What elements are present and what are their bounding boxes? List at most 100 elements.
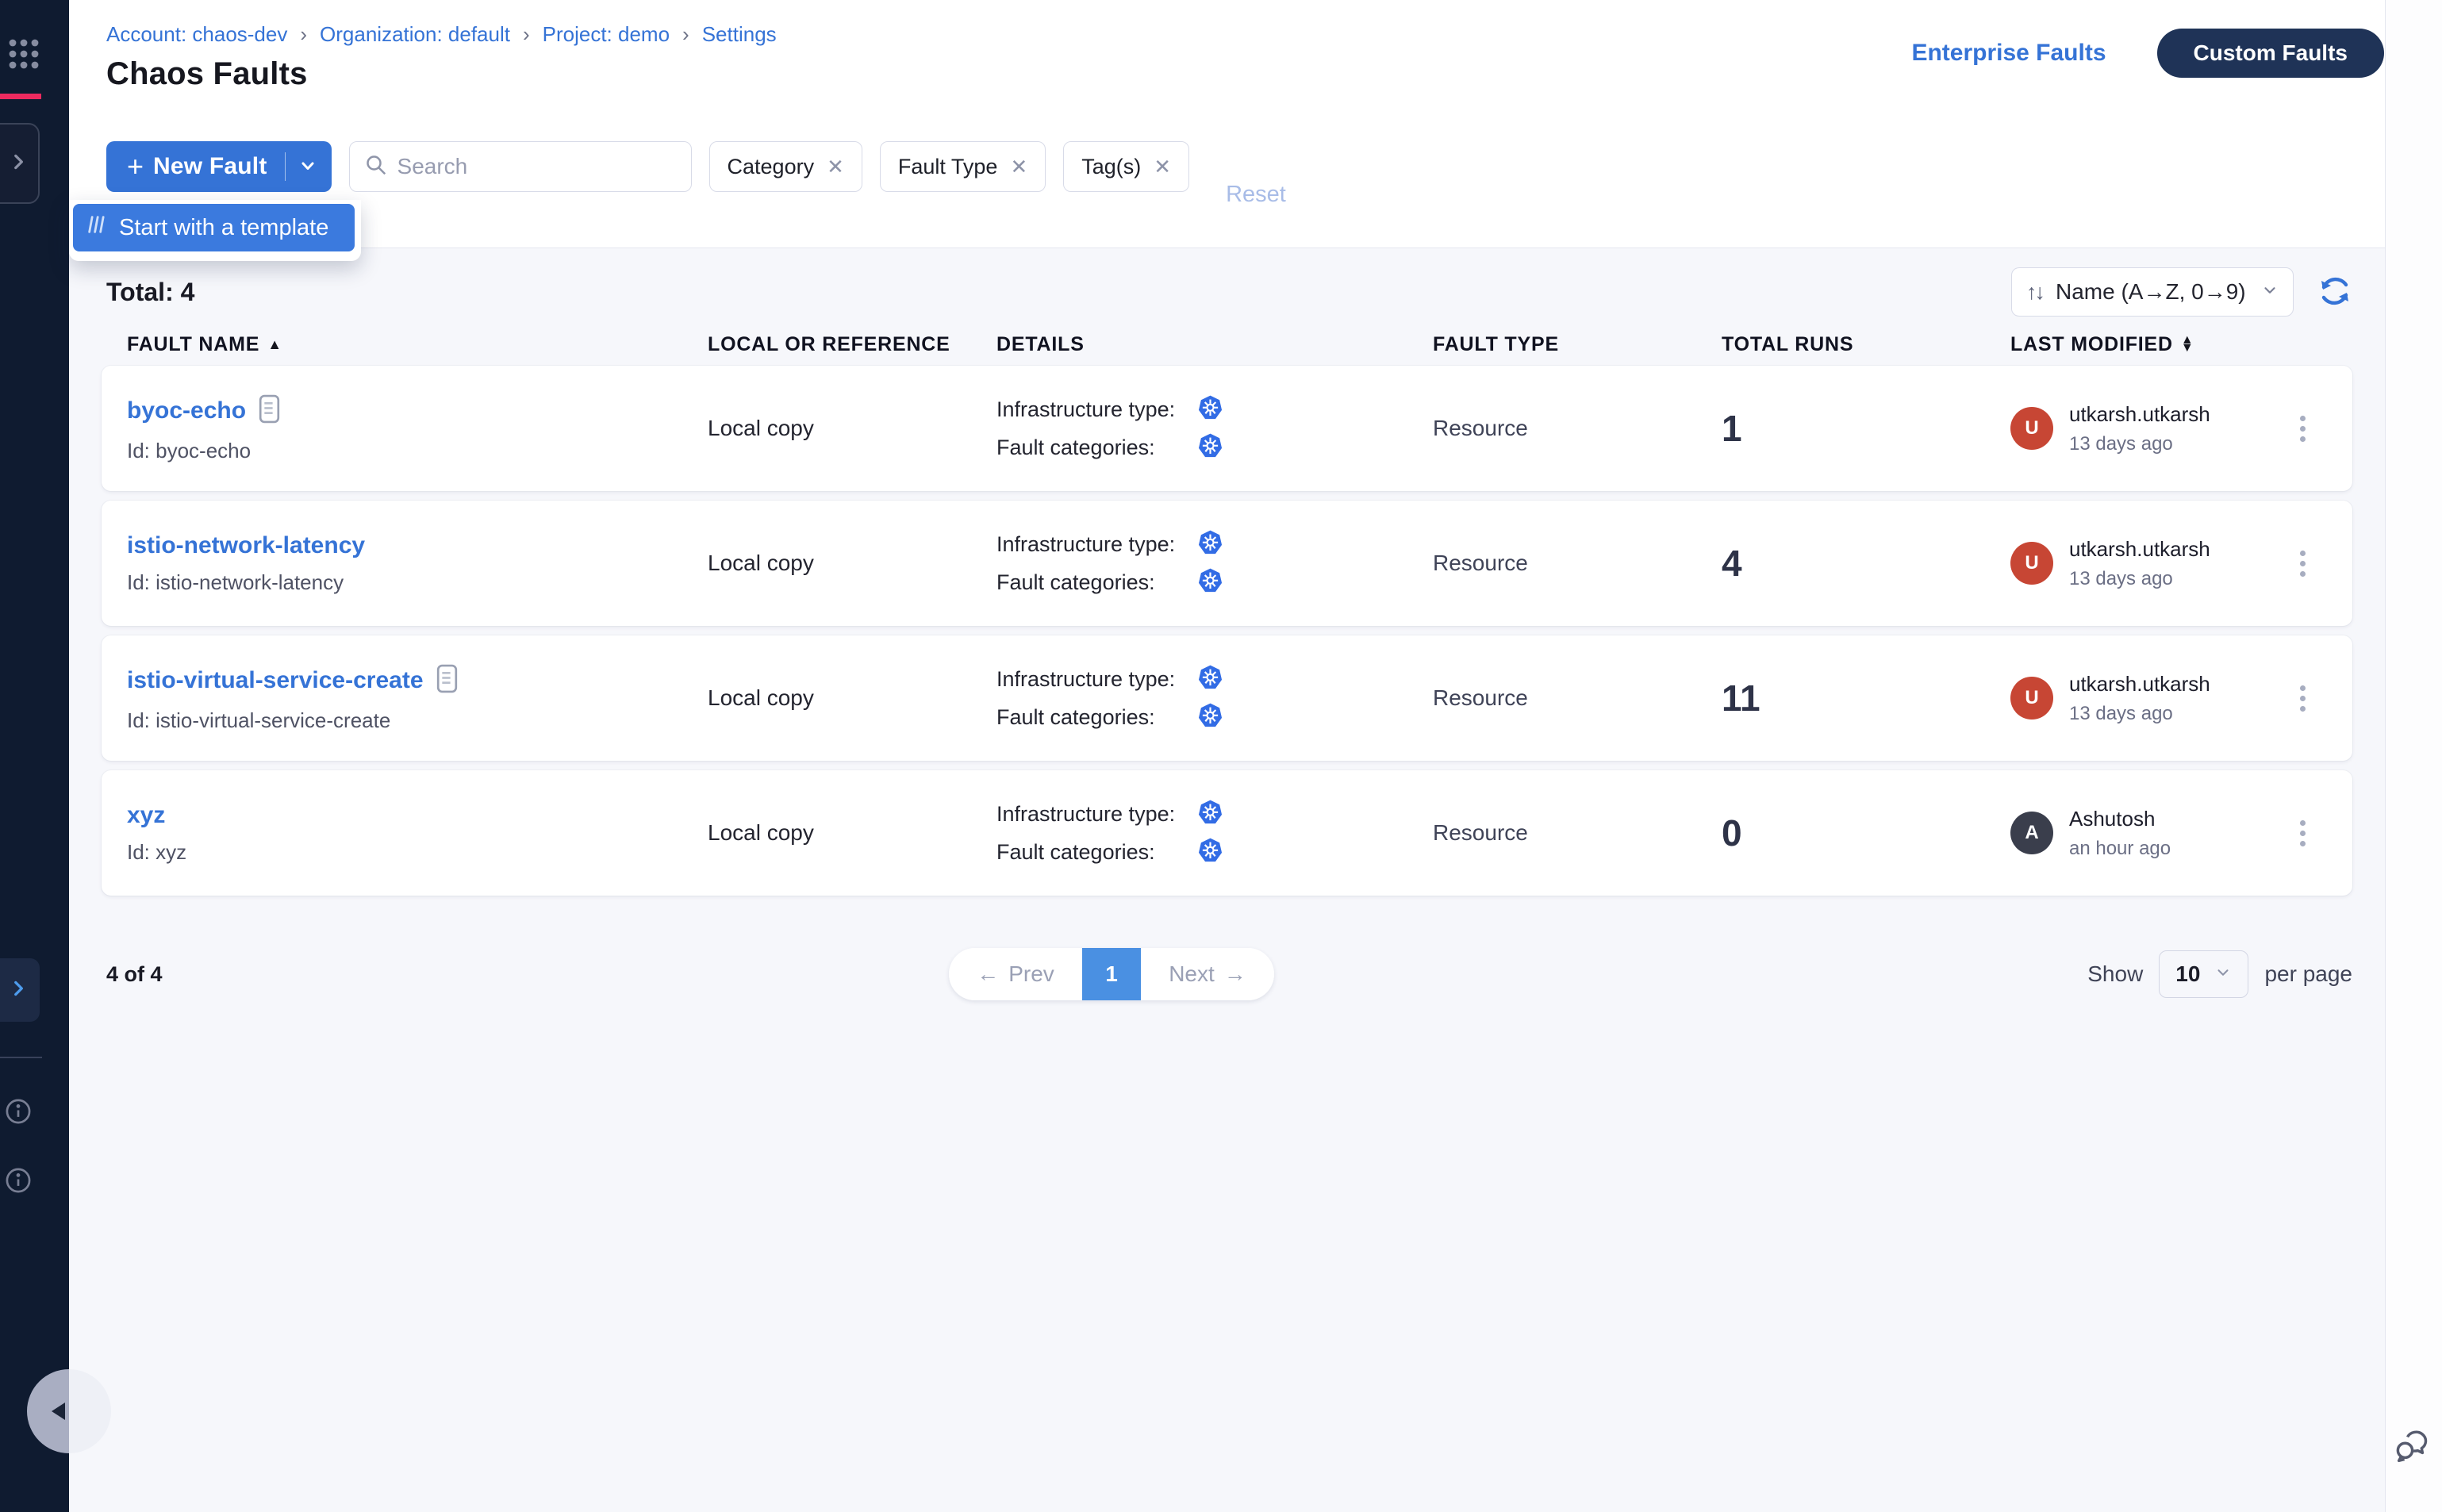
- fault-id: Id: istio-virtual-service-create: [127, 708, 708, 733]
- per-page-label: per page: [2264, 961, 2352, 987]
- button-divider: [285, 152, 286, 181]
- avatar: U: [2010, 542, 2053, 585]
- fault-name-link[interactable]: istio-network-latency: [127, 532, 365, 559]
- triangle-left-icon: [52, 1403, 65, 1420]
- show-label: Show: [2087, 961, 2143, 987]
- right-edge-strip: [2385, 0, 2442, 1512]
- copy-id-icon[interactable]: [436, 664, 458, 697]
- local-or-reference-value: Local copy: [708, 551, 996, 576]
- filter-chip-category[interactable]: Category ✕: [709, 141, 862, 192]
- row-menu-button[interactable]: [2275, 677, 2330, 720]
- fault-categories-label: Fault categories:: [996, 840, 1198, 865]
- chevron-right-icon: [8, 978, 29, 1003]
- rail-divider: [0, 1057, 42, 1058]
- page-size-select[interactable]: 10: [2159, 950, 2248, 998]
- table-row: byoc-echo Id: byoc-echo Local copy Infra…: [102, 366, 2352, 491]
- start-with-template-menu-item[interactable]: Start with a template: [73, 204, 355, 251]
- search-input[interactable]: [397, 154, 677, 179]
- kubernetes-icon: [1198, 665, 1230, 693]
- details-cell: Infrastructure type: Fault categories:: [996, 800, 1433, 866]
- kubernetes-icon: [1198, 838, 1230, 866]
- sort-arrows-icon: ↑↓: [2026, 280, 2043, 305]
- modified-by-user: utkarsh.utkarsh: [2069, 402, 2210, 427]
- fault-name-link[interactable]: istio-virtual-service-create: [127, 667, 424, 694]
- last-modified-cell: U utkarsh.utkarsh 13 days ago: [2010, 402, 2275, 455]
- chat-support-icon[interactable]: [2392, 1426, 2433, 1472]
- table-header-row: FAULT NAME▲ LOCAL OR REFERENCE DETAILS F…: [102, 332, 2352, 356]
- last-modified-cell: U utkarsh.utkarsh 13 days ago: [2010, 672, 2275, 725]
- breadcrumb-account[interactable]: Account: chaos-dev: [106, 22, 287, 47]
- enterprise-faults-link[interactable]: Enterprise Faults: [1911, 40, 2106, 67]
- kubernetes-icon: [1198, 703, 1230, 731]
- fault-type-value: Resource: [1433, 551, 1722, 576]
- local-or-reference-value: Local copy: [708, 416, 996, 441]
- kubernetes-icon: [1198, 433, 1230, 462]
- column-fault-type: FAULT TYPE: [1433, 333, 1722, 356]
- row-menu-button[interactable]: [2275, 543, 2330, 585]
- chevron-right-icon: [8, 152, 29, 176]
- page-number-button[interactable]: 1: [1082, 948, 1141, 1000]
- close-icon[interactable]: ✕: [827, 155, 844, 179]
- fault-categories-label: Fault categories:: [996, 436, 1198, 460]
- last-modified-cell: A Ashutosh an hour ago: [2010, 807, 2275, 860]
- column-fault-name[interactable]: FAULT NAME▲: [127, 333, 708, 356]
- fault-name-link[interactable]: byoc-echo: [127, 397, 246, 424]
- fault-id: Id: xyz: [127, 840, 708, 865]
- breadcrumb-project[interactable]: Project: demo: [543, 22, 670, 47]
- expand-sidenav-button[interactable]: [0, 958, 40, 1022]
- arrow-right-icon: →: [1224, 961, 1246, 987]
- breadcrumb-settings[interactable]: Settings: [702, 22, 777, 47]
- infrastructure-type-label: Infrastructure type:: [996, 397, 1198, 422]
- copy-id-icon[interactable]: [259, 394, 280, 428]
- filter-chip-tags[interactable]: Tag(s) ✕: [1063, 141, 1189, 192]
- breadcrumb-separator: ›: [300, 22, 307, 47]
- search-box: [349, 141, 692, 192]
- column-last-modified[interactable]: LAST MODIFIED ▲▼: [2010, 333, 2275, 356]
- toolbar: + New Fault Category ✕ Fault Type ✕ Tag(…: [69, 105, 2442, 248]
- details-cell: Infrastructure type: Fault categories:: [996, 665, 1433, 731]
- chevron-down-icon[interactable]: [298, 156, 317, 178]
- column-total-runs: TOTAL RUNS: [1722, 333, 2010, 356]
- prev-page-button[interactable]: ← Prev: [949, 948, 1082, 1000]
- fault-name-link[interactable]: xyz: [127, 802, 165, 829]
- info-icon[interactable]: [4, 1166, 33, 1199]
- arrow-left-icon: ←: [977, 961, 999, 987]
- app-grid-icon[interactable]: [6, 36, 52, 86]
- local-or-reference-value: Local copy: [708, 685, 996, 711]
- kubernetes-icon: [1198, 530, 1230, 558]
- plus-icon: +: [127, 152, 144, 181]
- fault-type-value: Resource: [1433, 416, 1722, 441]
- close-icon[interactable]: ✕: [1010, 155, 1027, 179]
- fault-type-value: Resource: [1433, 820, 1722, 846]
- breadcrumb-separator: ›: [523, 22, 530, 47]
- refresh-button[interactable]: [2317, 274, 2352, 311]
- breadcrumb-organization[interactable]: Organization: default: [320, 22, 510, 47]
- fault-type-value: Resource: [1433, 685, 1722, 711]
- main-content: Account: chaos-dev › Organization: defau…: [69, 0, 2442, 1512]
- modified-time: 13 days ago: [2069, 568, 2210, 590]
- filter-chip-fault-type[interactable]: Fault Type ✕: [880, 141, 1046, 192]
- sidebar-collapse-handle[interactable]: [27, 1369, 111, 1453]
- table-row: xyz Id: xyz Local copy Infrastructure ty…: [102, 770, 2352, 896]
- row-menu-button[interactable]: [2275, 408, 2330, 450]
- modified-time: an hour ago: [2069, 838, 2171, 860]
- accent-bar: [0, 94, 41, 99]
- row-menu-button[interactable]: [2275, 812, 2330, 854]
- info-icon[interactable]: [4, 1097, 33, 1130]
- next-page-button[interactable]: Next →: [1141, 948, 1274, 1000]
- avatar: U: [2010, 677, 2053, 720]
- new-fault-button[interactable]: + New Fault: [106, 141, 332, 192]
- custom-faults-button[interactable]: Custom Faults: [2157, 29, 2384, 78]
- local-or-reference-value: Local copy: [708, 820, 996, 846]
- fault-categories-label: Fault categories:: [996, 570, 1198, 595]
- fault-id: Id: byoc-echo: [127, 439, 708, 463]
- chevron-down-icon: [2214, 964, 2232, 985]
- modified-by-user: utkarsh.utkarsh: [2069, 672, 2210, 697]
- reset-filters-link[interactable]: Reset: [1226, 182, 1286, 208]
- sort-both-icon: ▲▼: [2181, 336, 2194, 352]
- close-icon[interactable]: ✕: [1154, 155, 1171, 179]
- left-nav-rail: [0, 0, 69, 1512]
- expand-panel-button[interactable]: [0, 123, 40, 204]
- sort-dropdown[interactable]: ↑↓ Name (A→Z, 0→9): [2011, 267, 2294, 317]
- column-details: DETAILS: [996, 333, 1433, 356]
